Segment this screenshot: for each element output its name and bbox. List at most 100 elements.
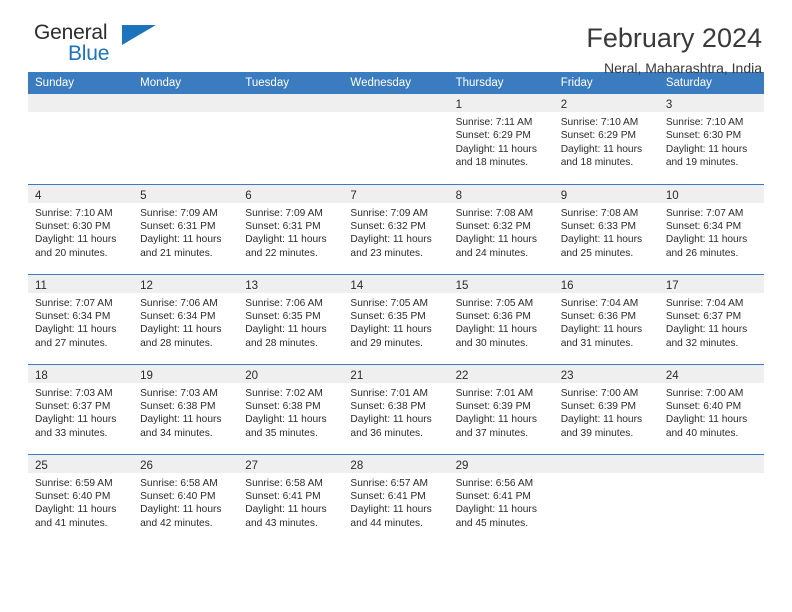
calendar-day-cell[interactable]: 6 Sunrise: 7:09 AM Sunset: 6:31 PM Daylight… [238,183,344,274]
calendar-day-cell[interactable]: 27 Sunrise: 6:58 AM Sunset: 6:41 PM Dayligh… [238,453,344,544]
daylight-text-line2: and 40 minutes. [665,427,739,439]
day-cell-content: 16 Sunrise: 7:04 AM Sunset: 6:36 PM Dayligh… [553,274,659,364]
calendar-day-cell[interactable]: 2 Sunrise: 7:10 AM Sunset: 6:29 PM Daylight… [553,94,659,184]
day-details: Sunrise: 7:09 AM Sunset: 6:31 PM Daylight:… [238,203,343,261]
logo-text-blue: Blue [68,42,110,65]
day-number: 28 [350,459,364,472]
daylight-text-line1: Daylight: 11 hours [35,324,117,336]
day-number: 7 [350,189,357,202]
sunrise-text: Sunrise: 7:09 AM [350,207,429,219]
calendar-day-cell[interactable]: 15 Sunrise: 7:05 AM Sunset: 6:36 PM Dayligh… [448,273,554,364]
day-number: 5 [140,189,147,202]
empty-cell [658,454,764,545]
day-number-band: 11 [28,274,134,293]
daylight-text-line2: and 26 minutes. [665,247,739,259]
calendar-day-cell[interactable]: 7 Sunrise: 7:09 AM Sunset: 6:32 PM Daylight… [343,183,449,274]
weekday-header-monday: Monday [133,72,239,94]
daylight-text-line1: Daylight: 11 hours [350,324,432,336]
daylight-text-line1: Daylight: 11 hours [560,234,643,246]
calendar-day-cell[interactable]: 17 Sunrise: 7:04 AM Sunset: 6:37 PM Dayligh… [658,273,764,364]
general-blue-logo[interactable]: General Blue [28,22,214,64]
day-details: Sunrise: 7:02 AM Sunset: 6:38 PM Daylight:… [238,383,343,441]
sunset-text: Sunset: 6:37 PM [35,400,111,412]
day-number: 2 [560,99,568,111]
calendar-day-cell[interactable]: 13 Sunrise: 7:06 AM Sunset: 6:35 PM Dayligh… [238,273,344,364]
calendar-day-cell[interactable]: 3 Sunrise: 7:10 AM Sunset: 6:30 PM Daylight… [658,94,764,184]
sunrise-text: Sunrise: 7:08 AM [455,207,534,219]
day-number: 12 [140,279,153,292]
daylight-text-line2: and 18 minutes. [560,157,634,169]
calendar-day-cell-empty [238,94,344,184]
day-cell-content: 18 Sunrise: 7:03 AM Sunset: 6:37 PM Dayligh… [28,364,134,454]
day-cell-content: 11 Sunrise: 7:07 AM Sunset: 6:34 PM Dayligh… [28,274,134,364]
daylight-text-line1: Daylight: 11 hours [560,143,643,155]
title-block: February 2024 Neral, Maharashtra, India [586,22,764,78]
sunrise-text: Sunrise: 6:56 AM [455,477,534,489]
sunset-text: Sunset: 6:40 PM [140,490,216,502]
calendar-day-cell[interactable]: 11 Sunrise: 7:07 AM Sunset: 6:34 PM Dayligh… [28,273,134,364]
weekday-header-sunday: Sunday [28,72,134,94]
day-number: 21 [350,369,364,382]
sunrise-text: Sunrise: 7:01 AM [455,387,534,399]
calendar-day-cell[interactable]: 5 Sunrise: 7:09 AM Sunset: 6:31 PM Daylight… [133,183,239,274]
calendar-day-cell[interactable]: 23 Sunrise: 7:00 AM Sunset: 6:39 PM Dayligh… [553,363,659,454]
calendar-day-cell[interactable]: 24 Sunrise: 7:00 AM Sunset: 6:40 PM Dayligh… [658,363,764,454]
sunset-text: Sunset: 6:30 PM [35,220,111,232]
day-cell-content: 9 Sunrise: 7:08 AM Sunset: 6:33 PM Daylight… [553,184,659,274]
day-number-band: 13 [238,274,344,293]
calendar-day-cell[interactable]: 25 Sunrise: 6:59 AM Sunset: 6:40 PM Dayligh… [28,453,134,545]
day-cell-content: 4 Sunrise: 7:10 AM Sunset: 6:30 PM Daylight… [28,184,134,274]
day-cell-content: 5 Sunrise: 7:09 AM Sunset: 6:31 PM Daylight… [133,184,239,274]
day-number-band: 24 [658,364,764,383]
day-cell-content: 21 Sunrise: 7:01 AM Sunset: 6:38 PM Dayligh… [343,364,449,454]
day-details: Sunrise: 7:00 AM Sunset: 6:39 PM Daylight:… [554,383,659,441]
day-cell-content: 23 Sunrise: 7:00 AM Sunset: 6:39 PM Dayligh… [553,364,659,454]
sunrise-text: Sunrise: 7:01 AM [350,387,429,399]
day-cell-content: 28 Sunrise: 6:57 AM Sunset: 6:41 PM Dayligh… [343,454,449,545]
sunset-text: Sunset: 6:37 PM [665,310,742,322]
calendar-day-cell[interactable]: 21 Sunrise: 7:01 AM Sunset: 6:38 PM Dayligh… [343,363,449,454]
sunset-text: Sunset: 6:39 PM [455,400,531,412]
calendar-day-cell[interactable]: 14 Sunrise: 7:05 AM Sunset: 6:35 PM Dayligh… [343,273,449,364]
daylight-text-line2: and 45 minutes. [455,517,529,529]
day-details: Sunrise: 7:09 AM Sunset: 6:31 PM Daylight:… [133,203,238,261]
sunrise-text: Sunrise: 7:09 AM [140,207,218,219]
sunrise-text: Sunrise: 6:59 AM [35,477,113,489]
day-details: Sunrise: 7:04 AM Sunset: 6:37 PM Daylight:… [659,293,764,351]
sunrise-text: Sunrise: 7:08 AM [560,207,639,219]
day-details: Sunrise: 7:04 AM Sunset: 6:36 PM Daylight:… [554,293,659,351]
calendar-day-cell[interactable]: 16 Sunrise: 7:04 AM Sunset: 6:36 PM Dayligh… [553,273,659,364]
calendar-day-cell[interactable]: 9 Sunrise: 7:08 AM Sunset: 6:33 PM Daylight… [553,183,659,274]
calendar-day-cell[interactable]: 8 Sunrise: 7:08 AM Sunset: 6:32 PM Daylight… [448,183,554,274]
day-details: Sunrise: 6:59 AM Sunset: 6:40 PM Daylight:… [28,473,133,531]
day-details: Sunrise: 6:56 AM Sunset: 6:41 PM Daylight:… [449,473,554,531]
day-number-band: 20 [238,364,344,383]
day-cell-content: 25 Sunrise: 6:59 AM Sunset: 6:40 PM Dayligh… [28,454,134,545]
daylight-text-line2: and 24 minutes. [455,247,529,259]
calendar-day-cell[interactable]: 4 Sunrise: 7:10 AM Sunset: 6:30 PM Daylight… [28,183,134,274]
calendar-day-cell[interactable]: 26 Sunrise: 6:58 AM Sunset: 6:40 PM Dayligh… [133,453,239,544]
day-number-band: 26 [133,454,239,473]
calendar-day-cell-empty [343,94,449,184]
daylight-text-line2: and 28 minutes. [245,337,318,349]
calendar-day-cell[interactable]: 28 Sunrise: 6:57 AM Sunset: 6:41 PM Dayligh… [343,453,449,545]
calendar-day-cell[interactable]: 10 Sunrise: 7:07 AM Sunset: 6:34 PM Dayligh… [658,183,764,274]
calendar-day-cell[interactable]: 22 Sunrise: 7:01 AM Sunset: 6:39 PM Dayligh… [448,363,554,454]
calendar-week-row: 18 Sunrise: 7:03 AM Sunset: 6:37 PM Dayligh… [28,363,764,454]
day-cell-content: 7 Sunrise: 7:09 AM Sunset: 6:32 PM Daylight… [343,184,449,274]
sunrise-text: Sunrise: 7:07 AM [35,297,113,309]
day-number-band [343,94,449,112]
calendar-day-cell[interactable]: 29 Sunrise: 6:56 AM Sunset: 6:41 PM Dayligh… [448,453,554,544]
calendar-day-cell[interactable]: 19 Sunrise: 7:03 AM Sunset: 6:38 PM Dayligh… [133,363,239,454]
calendar-day-cell[interactable]: 12 Sunrise: 7:06 AM Sunset: 6:34 PM Dayligh… [133,273,239,364]
calendar-day-cell[interactable]: 20 Sunrise: 7:02 AM Sunset: 6:38 PM Dayligh… [238,363,344,454]
day-number: 16 [560,279,574,292]
calendar-day-cell[interactable]: 18 Sunrise: 7:03 AM Sunset: 6:37 PM Dayligh… [28,363,134,454]
day-number: 22 [455,369,469,382]
day-number-band: 2 [553,94,659,112]
daylight-text-line2: and 18 minutes. [455,157,529,169]
day-details: Sunrise: 7:05 AM Sunset: 6:35 PM Daylight:… [343,293,448,351]
sunrise-text: Sunrise: 7:06 AM [245,297,323,309]
calendar-day-cell[interactable]: 1 Sunrise: 7:11 AM Sunset: 6:29 PM Daylight… [448,94,554,184]
day-details: Sunrise: 6:58 AM Sunset: 6:41 PM Daylight:… [238,473,343,531]
